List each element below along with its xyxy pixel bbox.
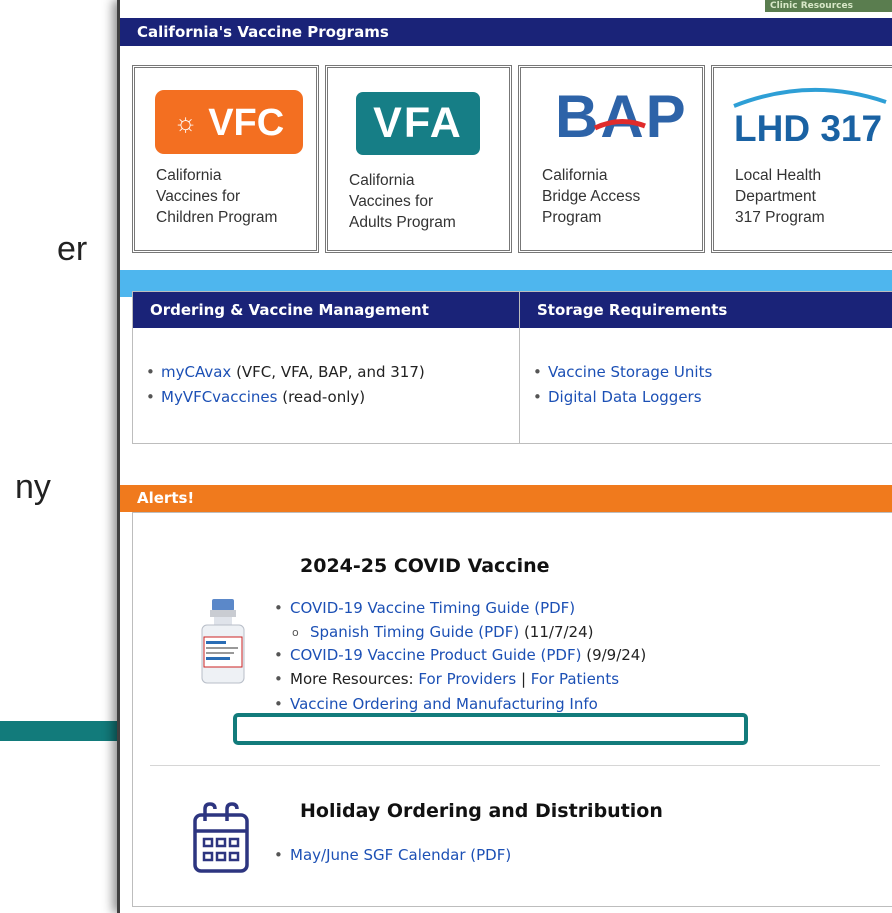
vfa-logo: VFA [356,92,480,155]
programs-header: California's Vaccine Programs [120,18,892,46]
link-note: (VFC, VFA, BAP, and 317) [231,363,425,381]
list-item: Vaccine Storage Units [520,360,892,385]
covid-product-guide-link[interactable]: COVID-19 Vaccine Product Guide (PDF) [290,646,581,664]
lhd317-logo: LHD 317 [734,108,883,149]
list-item: Spanish Timing Guide (PDF) (11/7/24) [270,621,646,645]
program-name: Local Health Department 317 Program [735,167,825,226]
data-loggers-link[interactable]: Digital Data Loggers [548,388,702,406]
spanish-timing-guide-link[interactable]: Spanish Timing Guide (PDF) [310,623,519,641]
holiday-resources-list: May/June SGF Calendar (PDF) [270,844,511,868]
program-card-vfa[interactable]: VFA California Vaccines for Adults Progr… [325,65,512,253]
vfc-logo: ☼ VFC [155,90,303,154]
mycavax-link[interactable]: myCAvax [161,363,231,381]
list-item: Digital Data Loggers [520,385,892,410]
storage-column: Storage Requirements Vaccine Storage Uni… [520,292,892,443]
clinic-resources-tab[interactable]: Clinic Resources [765,0,892,12]
ordering-column: Ordering & Vaccine Management myCAvax (V… [133,292,520,443]
slide-text-fragment-2: ny [15,468,51,506]
vaccine-vial-image [201,599,245,684]
list-item: May/June SGF Calendar (PDF) [270,844,511,868]
for-providers-link[interactable]: For Providers [418,670,516,688]
holiday-section-title: Holiday Ordering and Distribution [300,800,663,822]
web-page-screenshot: Clinic Resources California's Vaccine Pr… [117,0,892,913]
program-name: California Bridge Access Program [542,167,641,226]
bap-logo-swoosh [593,119,646,131]
slide-text-fragment-1: er [57,230,88,268]
more-resources-label: More Resources: [290,669,419,688]
separator: | [516,669,531,688]
programs-grid: ☼ VFC California Vaccines for Children P… [132,65,892,255]
covid-resources-list: COVID-19 Vaccine Timing Guide (PDF) Span… [270,597,646,717]
ordering-header: Ordering & Vaccine Management [133,292,519,328]
date-note: (9/9/24) [581,646,647,664]
list-item: COVID-19 Vaccine Product Guide (PDF) (9/… [270,644,646,668]
link-note: (read-only) [277,388,366,406]
sgf-calendar-link[interactable]: May/June SGF Calendar (PDF) [290,846,511,864]
list-item: myCAvax (VFC, VFA, BAP, and 317) [133,360,519,385]
list-item: COVID-19 Vaccine Timing Guide (PDF) [270,597,646,621]
ordering-storage-table: Ordering & Vaccine Management myCAvax (V… [132,291,892,444]
lhd-logo-arc [733,87,887,108]
vaccine-ordering-info-link[interactable]: Vaccine Ordering and Manufacturing Info [290,695,598,713]
calendar-icon [193,802,249,873]
program-card-vfc[interactable]: ☼ VFC California Vaccines for Children P… [132,65,319,253]
program-card-lhd317[interactable]: LHD 317 Local Health Department 317 Prog… [711,65,892,253]
list-item: More Resources: For Providers | For Pati… [270,668,646,692]
program-name: California Vaccines for Adults Program [349,172,456,231]
highlight-box [233,713,748,745]
date-note: (11/7/24) [519,622,594,641]
storage-units-link[interactable]: Vaccine Storage Units [548,363,712,381]
for-patients-link[interactable]: For Patients [531,670,619,688]
list-item: MyVFCvaccines (read-only) [133,385,519,410]
program-card-bap[interactable]: BAP California Bridge Access Program [518,65,705,253]
covid-timing-guide-link[interactable]: COVID-19 Vaccine Timing Guide (PDF) [290,599,575,617]
covid-section-title: 2024-25 COVID Vaccine [300,555,550,577]
myvfcvaccines-link[interactable]: MyVFCvaccines [161,388,277,406]
program-name: California Vaccines for Children Program [156,167,278,226]
alerts-header: Alerts! [120,485,892,512]
storage-header: Storage Requirements [520,292,892,328]
section-divider [150,765,880,766]
